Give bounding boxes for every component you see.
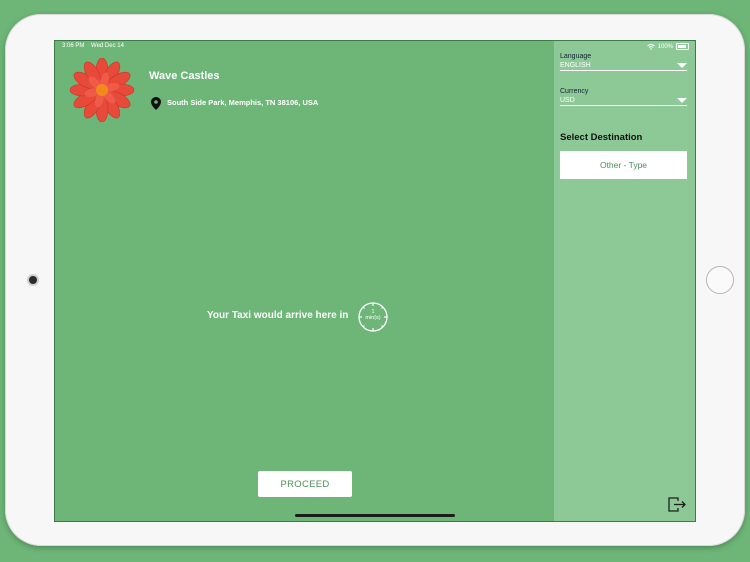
currency-select[interactable]: Currency USD [560, 88, 687, 106]
battery-percent: 100% [657, 43, 673, 50]
taxi-arrival-message: Your Taxi would arrive here in [207, 310, 349, 321]
status-time: 3:06 PM [62, 43, 85, 49]
currency-value: USD [560, 96, 575, 104]
destination-title: Select Destination [560, 132, 643, 143]
main-content: 3:06 PM Wed Dec 14 Wave Castles South Si… [55, 41, 554, 521]
currency-label: Currency [560, 88, 589, 95]
eta-readout: 1 min(s) [357, 309, 389, 321]
language-select[interactable]: Language ENGLISH [560, 53, 687, 71]
app-screen: 3:06 PM Wed Dec 14 Wave Castles South Si… [55, 41, 695, 521]
chevron-down-icon [677, 62, 687, 68]
wifi-icon [646, 43, 655, 50]
chevron-down-icon [677, 97, 687, 103]
location-pin-icon [151, 97, 161, 110]
language-value: ENGLISH [560, 61, 591, 69]
status-bar-right: 100% [646, 43, 689, 50]
venue-address: South Side Park, Memphis, TN 38106, USA [167, 98, 319, 107]
home-button[interactable] [706, 266, 734, 294]
battery-icon [676, 43, 689, 50]
status-date: Wed Dec 14 [91, 43, 124, 49]
venue-name: Wave Castles [149, 70, 220, 82]
language-label: Language [560, 53, 592, 60]
destination-option-button[interactable]: Other - Type [560, 151, 687, 179]
settings-panel: 100% Language ENGLISH Currency USD Selec… [554, 41, 695, 521]
proceed-button[interactable]: PROCEED [258, 471, 352, 497]
flower-logo [69, 58, 135, 122]
logout-icon[interactable] [667, 496, 687, 513]
status-bar-left: 3:06 PM Wed Dec 14 [62, 43, 129, 49]
home-indicator[interactable] [295, 514, 455, 517]
front-camera [29, 276, 37, 284]
eta-unit: min(s) [365, 315, 381, 321]
